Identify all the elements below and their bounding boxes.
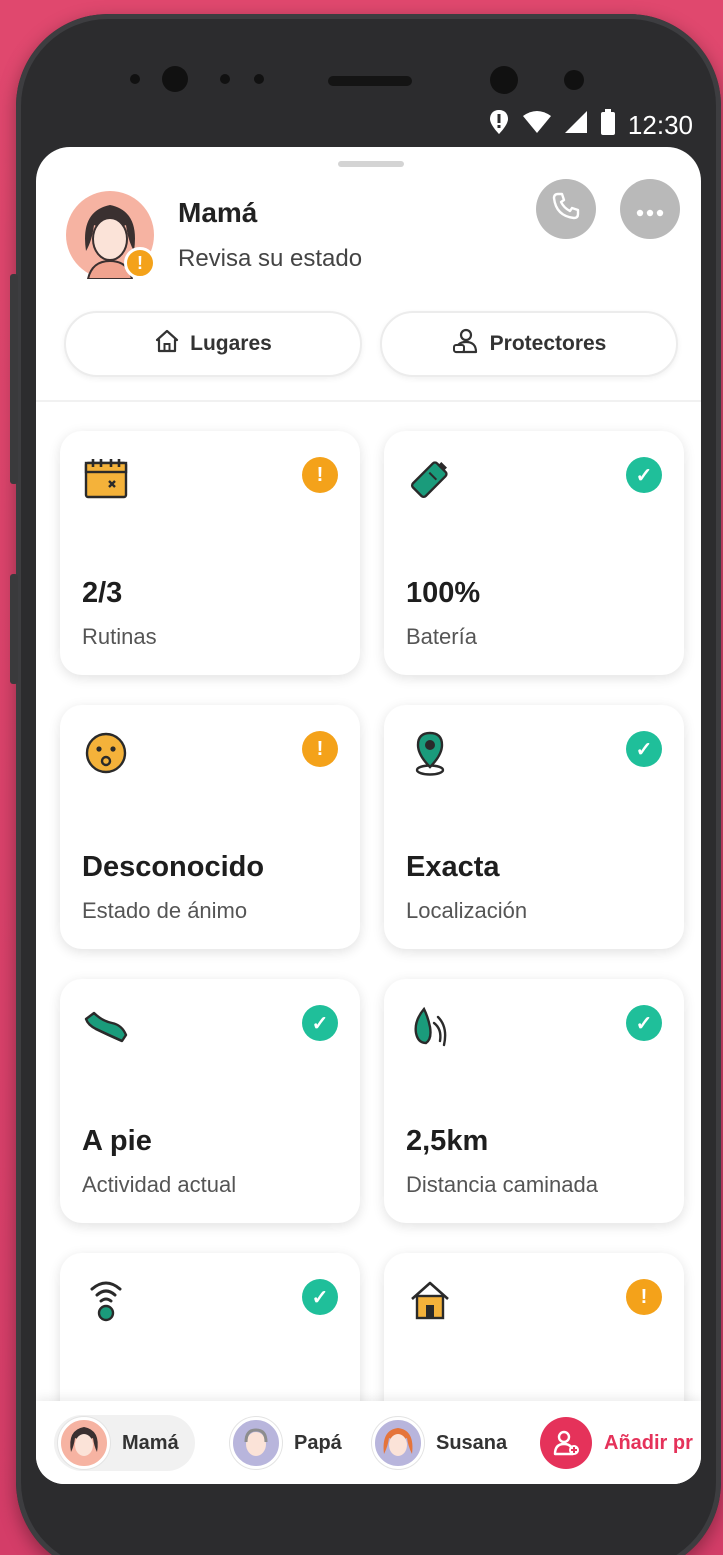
card-label: Batería [406,624,477,649]
battery-icon [406,455,454,503]
status-bar: 12:30 [40,100,703,150]
footsteps-icon [406,1003,454,1051]
wifi-status-icon [522,110,552,141]
avatar [58,1417,110,1469]
battery-status-icon [600,108,616,142]
sensor-dot [564,70,584,90]
side-button [10,574,18,684]
member-susana[interactable]: Susana [368,1415,523,1471]
sensor-dot [254,74,264,84]
check-badge-icon: ✓ [302,1279,338,1315]
activity-card[interactable]: ✓ A pie Actividad actual [60,979,360,1223]
add-member-label: Añadir pr [604,1431,693,1454]
places-label: Lugares [190,332,272,355]
app-screen: ! Mamá Revisa su estado Lugares Protecto… [36,147,701,1484]
signal-status-icon [564,110,588,141]
call-button[interactable] [536,179,596,239]
add-person-icon [540,1417,592,1469]
member-switcher-bar: Mamá Papá Susana Añadir pr [36,1401,701,1484]
card-label: Actividad actual [82,1172,237,1197]
shoe-icon [82,1003,130,1051]
avatar [372,1417,424,1469]
more-dots-icon [635,194,665,225]
check-badge-icon: ✓ [626,731,662,767]
profile-name: Mamá [178,197,258,228]
warning-badge-icon: ! [626,1279,662,1315]
warning-badge-icon: ! [302,731,338,767]
card-value: Exacta [406,851,500,883]
protectors-label: Protectores [489,332,607,355]
mood-card[interactable]: ! Desconocido Estado de ánimo [60,705,360,949]
routines-card[interactable]: ! 2/3 Rutinas [60,431,360,675]
card-value: 2/3 [82,577,123,609]
sheet-drag-handle[interactable] [338,161,404,167]
card-label: Localización [406,898,528,923]
card-value: Desconocido [82,851,265,883]
mood-face-icon [82,729,130,777]
house-icon [406,1277,454,1325]
places-button[interactable]: Lugares [64,311,362,377]
avatar [230,1417,282,1469]
profile-status: Revisa su estado [178,245,363,272]
member-name: Papá [294,1431,342,1454]
section-divider [36,400,701,402]
card-value: 100% [406,577,481,609]
member-dad[interactable]: Papá [226,1415,358,1471]
warning-badge-icon: ! [124,247,156,279]
check-badge-icon: ✓ [626,457,662,493]
home-outline-icon [154,328,180,360]
more-options-button[interactable] [620,179,680,239]
protectors-icon [452,328,480,360]
earpiece-speaker [328,76,412,86]
sensor-dot [130,74,140,84]
card-value: 2,5km [406,1125,489,1157]
card-label: Estado de ánimo [82,898,248,923]
card-label: Distancia caminada [406,1172,598,1197]
check-badge-icon: ✓ [302,1005,338,1041]
add-member-button[interactable]: Añadir pr [536,1415,693,1471]
warning-badge-icon: ! [302,457,338,493]
battery-card[interactable]: ✓ 100% Batería [384,431,684,675]
member-mom[interactable]: Mamá [54,1415,195,1471]
location-pin-icon [406,729,454,777]
phone-top-bezel [16,14,721,114]
wifi-signal-icon [82,1277,130,1325]
card-label: Rutinas [82,624,157,649]
check-badge-icon: ✓ [626,1005,662,1041]
protectors-button[interactable]: Protectores [380,311,678,377]
side-button [10,274,18,484]
calendar-icon [82,455,130,503]
sensor-dot [220,74,230,84]
card-value: A pie [82,1125,152,1157]
member-name: Mamá [122,1431,179,1454]
member-name: Susana [436,1431,508,1454]
location-status-icon [488,109,510,142]
location-card[interactable]: ✓ Exacta Localización [384,705,684,949]
distance-card[interactable]: ✓ 2,5km Distancia caminada [384,979,684,1223]
camera-lens [490,66,518,94]
front-camera [162,66,188,92]
status-time: 12:30 [627,109,693,140]
phone-icon [551,191,581,228]
